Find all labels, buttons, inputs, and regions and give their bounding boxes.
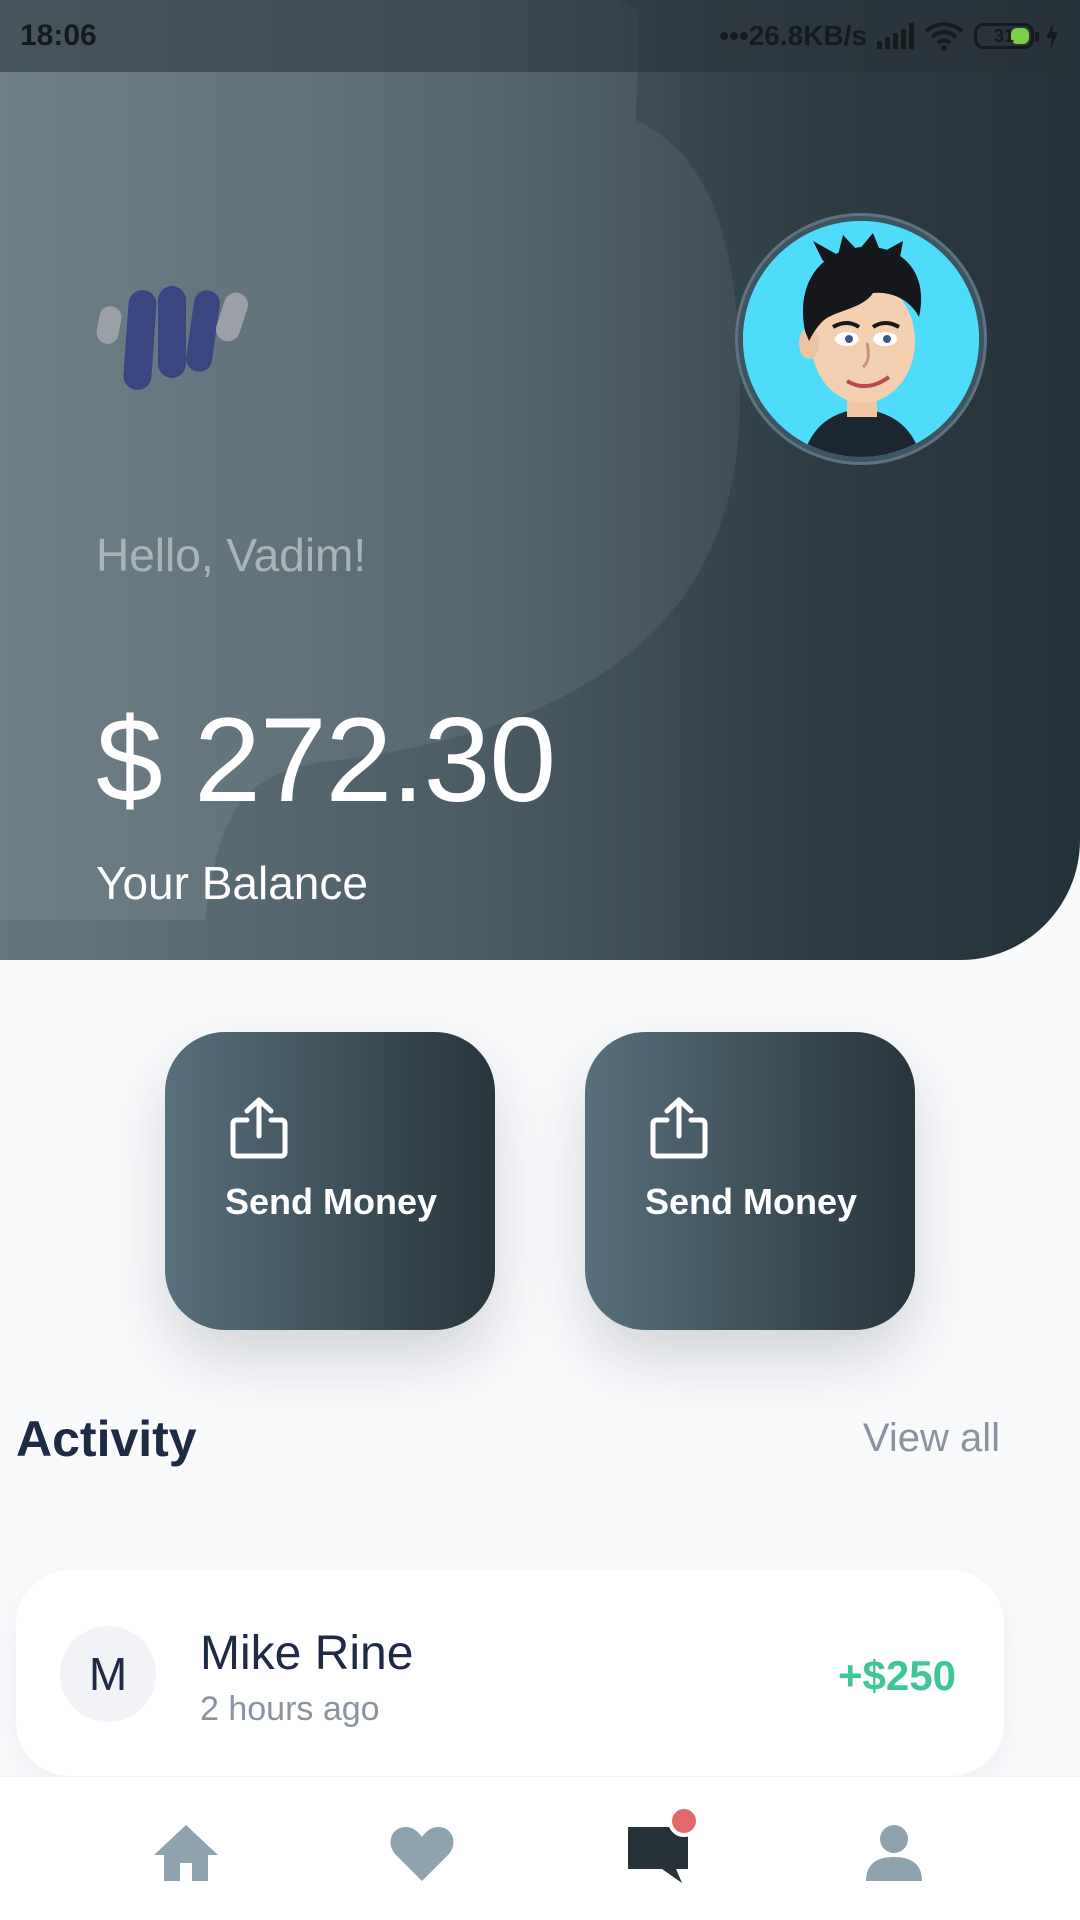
transaction-amount: +$250 (838, 1652, 956, 1699)
status-bar: 18:06 •••26.8KB/s 31 (0, 0, 1080, 72)
notification-badge (668, 1805, 700, 1837)
transaction-time: 2 hours ago (200, 1690, 380, 1728)
view-all-link[interactable]: View all (863, 1416, 1000, 1461)
send-money-label: Send Money (225, 1181, 438, 1222)
charging-icon (1046, 22, 1058, 50)
chat-nav-item[interactable] (622, 1805, 700, 1889)
bottom-navigation (0, 1776, 1080, 1920)
battery-icon: 31 (974, 23, 1039, 49)
user-avatar[interactable] (738, 216, 984, 462)
contact-name: Mike Rine (200, 1627, 414, 1680)
network-speed: •••26.8KB/s (719, 20, 867, 51)
share-upload-icon (230, 1097, 288, 1159)
send-money-button[interactable]: Send Money (585, 1032, 915, 1330)
greeting-text: Hello, Vadim! (96, 529, 367, 581)
activity-title: Activity (16, 1411, 197, 1467)
heart-icon[interactable] (386, 1817, 458, 1889)
balance-amount: $ 272.30 (96, 693, 556, 827)
contact-initial-avatar: M (60, 1626, 156, 1722)
balance-header: Hello, Vadim! $ 272.30 Your Balance (0, 0, 1080, 960)
activity-item[interactable]: M Mike Rine 2 hours ago +$250 (16, 1570, 1004, 1776)
profile-icon[interactable] (858, 1817, 930, 1889)
balance-label: Your Balance (96, 857, 368, 909)
app-logo (96, 286, 249, 390)
battery-level: 31 (993, 25, 1015, 46)
send-money-button[interactable]: Send Money (165, 1032, 495, 1330)
home-icon[interactable] (150, 1817, 222, 1889)
status-time: 18:06 (20, 19, 97, 52)
send-money-label: Send Money (645, 1181, 858, 1222)
avatar-illustration (743, 221, 979, 457)
share-upload-icon (650, 1097, 708, 1159)
status-indicators: •••26.8KB/s 31 (719, 20, 1060, 52)
wifi-icon (924, 22, 964, 51)
signal-icon (877, 23, 914, 49)
